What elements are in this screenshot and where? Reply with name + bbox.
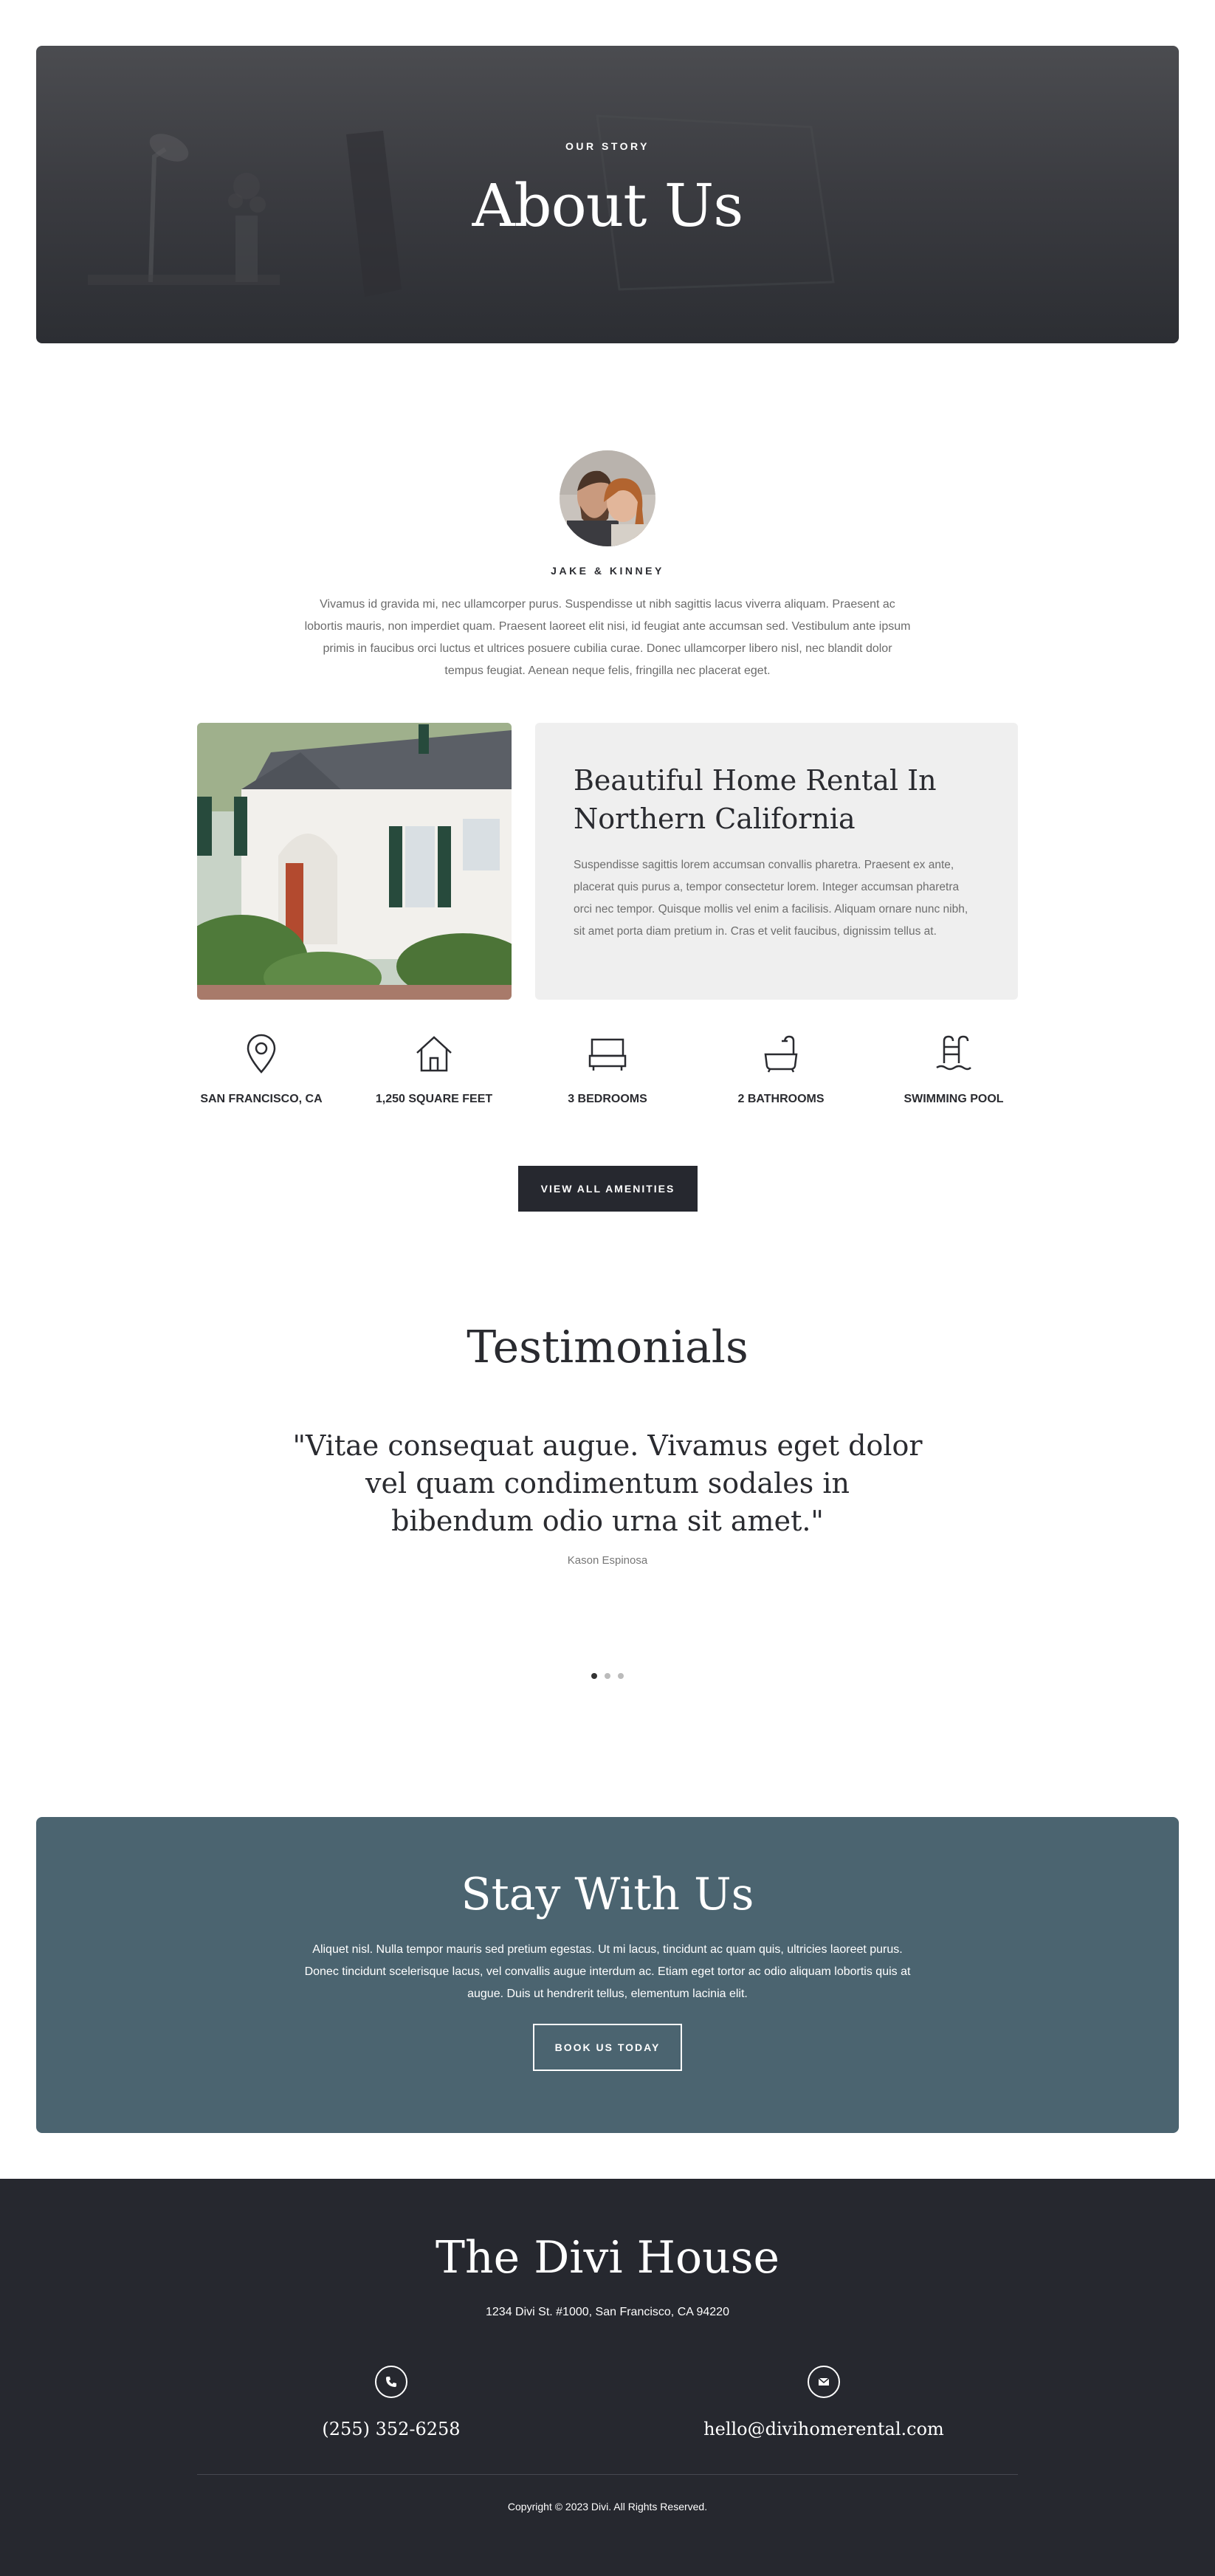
feature-label: 1,250 SQUARE FEET (375, 1093, 493, 1105)
book-us-button[interactable]: BOOK US TODAY (533, 2024, 682, 2071)
footer: The Divi House 1234 Divi St. #1000, San … (0, 2179, 1215, 2576)
mail-icon[interactable] (808, 2366, 840, 2398)
feature-label: SWIMMING POOL (903, 1093, 1004, 1105)
footer-brand: The Divi House (435, 2232, 780, 2284)
page-title: About Us (472, 171, 744, 240)
house-photo (197, 723, 512, 1000)
listing-card: Beautiful Home Rental In Northern Califo… (535, 723, 1018, 1000)
copyright-text: Copyright © 2023 Divi. All Rights Reserv… (507, 2501, 708, 2513)
hero-eyebrow: OUR STORY (565, 140, 650, 152)
page: OUR STORY About Us JAKE & KINNEY Vivamus… (0, 0, 1215, 2576)
feature-bedrooms: 3 BEDROOMS (519, 1034, 696, 1106)
listing-description: Suspendisse sagittis lorem accumsan conv… (574, 859, 968, 938)
slider-dots (0, 1673, 1215, 1679)
phone-contact: (255) 352-6258 (236, 2366, 546, 2439)
owner-names: JAKE & KINNEY (551, 565, 664, 577)
slider-dot[interactable] (591, 1673, 597, 1679)
footer-address: 1234 Divi St. #1000, San Francisco, CA 9… (486, 2306, 729, 2318)
location-pin-icon (247, 1034, 276, 1074)
slider-dot[interactable] (605, 1673, 610, 1679)
couple-avatar (560, 450, 655, 546)
feature-label: 3 BEDROOMS (568, 1093, 647, 1105)
view-amenities-button[interactable]: VIEW ALL AMENITIES (518, 1166, 698, 1212)
intro-paragraph: Vivamus id gravida mi, nec ullamcorper p… (304, 598, 911, 677)
hero-banner: OUR STORY About Us (36, 46, 1179, 343)
feature-location: SAN FRANCISCO, CA (173, 1034, 350, 1106)
bathtub-icon (764, 1035, 798, 1073)
feature-label: SAN FRANCISCO, CA (200, 1093, 323, 1105)
feature-size: 1,250 SQUARE FEET (345, 1034, 523, 1106)
testimonial-author: Kason Espinosa (567, 1554, 648, 1567)
stay-description: Aliquet nisl. Nulla tempor mauris sed pr… (304, 1943, 911, 2000)
pool-ladder-icon (936, 1035, 971, 1071)
feature-label: 2 BATHROOMS (737, 1093, 825, 1105)
feature-pool: SWIMMING POOL (865, 1034, 1042, 1106)
listing-title: Beautiful Home Rental In Northern Califo… (574, 764, 937, 835)
testimonials-heading: Testimonials (467, 1322, 748, 1373)
phone-number[interactable]: (255) 352-6258 (236, 2419, 546, 2439)
stay-with-us-banner: Stay With Us Aliquet nisl. Nulla tempor … (36, 1817, 1179, 2133)
email-address[interactable]: hello@divihomerental.com (669, 2419, 979, 2439)
email-contact: hello@divihomerental.com (669, 2366, 979, 2439)
testimonial-quote: "Vitae consequat augue. Vivamus eget dol… (292, 1429, 923, 1537)
slider-dot[interactable] (618, 1673, 624, 1679)
bed-icon (588, 1038, 627, 1071)
phone-icon[interactable] (375, 2366, 407, 2398)
house-icon (416, 1036, 452, 1072)
footer-divider (197, 2474, 1018, 2475)
stay-heading: Stay With Us (461, 1869, 754, 1920)
feature-bathrooms: 2 BATHROOMS (692, 1034, 870, 1106)
